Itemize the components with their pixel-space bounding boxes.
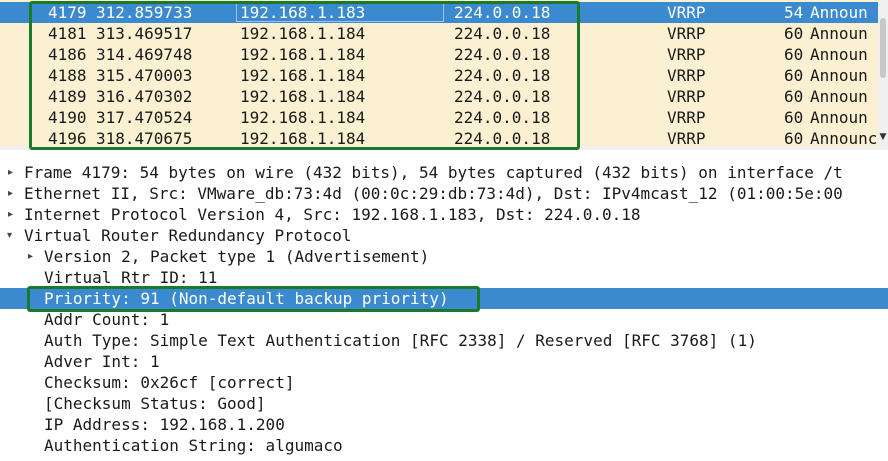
tree-item-vrrp[interactable]: ▾ Virtual Router Redundancy Protocol (0, 225, 888, 246)
expand-arrow-icon[interactable]: ▸ (8, 204, 13, 225)
packet-time: 314.469748 (96, 45, 193, 64)
tree-item-addr-count[interactable]: Addr Count: 1 (0, 309, 888, 330)
packet-info: Announ (810, 66, 868, 85)
packet-info: Announ (810, 45, 868, 64)
tree-item-label: Auth Type: Simple Text Authentication [R… (44, 331, 757, 350)
tree-item-frame[interactable]: ▸ Frame 4179: 54 bytes on wire (432 bits… (0, 162, 888, 183)
packet-number: 4179 (48, 3, 87, 22)
packet-length: 60 (784, 45, 804, 64)
packet-row[interactable]: 4179 312.859733 192.168.1.183 224.0.0.18… (0, 2, 878, 23)
packet-protocol: VRRP (667, 66, 706, 85)
packet-source: 192.168.1.184 (240, 24, 366, 43)
packet-protocol: VRRP (667, 108, 706, 127)
packet-protocol: VRRP (667, 24, 706, 43)
packet-destination: 224.0.0.18 (454, 108, 551, 127)
packet-number: 4181 (48, 24, 87, 43)
tree-item-label: Authentication String: algumaco (44, 436, 343, 455)
scroll-down-arrow-icon[interactable]: ▼ (878, 132, 888, 142)
tree-item-label: Virtual Rtr ID: 11 (44, 268, 218, 287)
expand-arrow-icon[interactable]: ▸ (8, 162, 13, 183)
packet-number: 4189 (48, 87, 87, 106)
horizontal-scrollbar[interactable] (0, 146, 878, 150)
packet-time: 312.859733 (96, 3, 193, 22)
collapse-arrow-icon[interactable]: ▾ (7, 225, 12, 246)
packet-length: 54 (784, 3, 804, 22)
packet-protocol: VRRP (667, 45, 706, 64)
tree-item-label: Ethernet II, Src: VMware_db:73:4d (00:0c… (24, 184, 843, 203)
tree-item-ip[interactable]: ▸ Internet Protocol Version 4, Src: 192.… (0, 204, 888, 225)
tree-item-vrid[interactable]: Virtual Rtr ID: 11 (0, 267, 888, 288)
packet-info: Announ (810, 87, 868, 106)
packet-destination: 224.0.0.18 (454, 45, 551, 64)
tree-item-label: IP Address: 192.168.1.200 (44, 415, 285, 434)
packet-length: 60 (784, 66, 804, 85)
tree-item-priority[interactable]: Priority: 91 (Non-default backup priorit… (0, 288, 888, 309)
packet-details-tree[interactable]: ▸ Frame 4179: 54 bytes on wire (432 bits… (0, 162, 888, 461)
tree-item-ethernet[interactable]: ▸ Ethernet II, Src: VMware_db:73:4d (00:… (0, 183, 888, 204)
packet-time: 315.470003 (96, 66, 193, 85)
tree-item-auth-string[interactable]: Authentication String: algumaco (0, 435, 888, 456)
tree-item-auth-type[interactable]: Auth Type: Simple Text Authentication [R… (0, 330, 888, 351)
packet-row[interactable]: 4181 313.469517 192.168.1.184 224.0.0.18… (0, 23, 878, 44)
packet-destination: 224.0.0.18 (454, 24, 551, 43)
packet-source: 192.168.1.184 (240, 45, 366, 64)
packet-source: 192.168.1.183 (240, 3, 366, 22)
tree-item-label: Internet Protocol Version 4, Src: 192.16… (24, 205, 641, 224)
vertical-scrollbar[interactable]: ▼ (878, 0, 888, 150)
tree-item-label: Adver Int: 1 (44, 352, 160, 371)
packet-info: Announ (810, 108, 868, 127)
tree-item-label: Virtual Router Redundancy Protocol (24, 226, 352, 245)
tree-item-label: Frame 4179: 54 bytes on wire (432 bits),… (24, 163, 843, 182)
packet-source: 192.168.1.184 (240, 66, 366, 85)
packet-time: 316.470302 (96, 87, 193, 106)
packet-length: 60 (784, 87, 804, 106)
packet-time: 313.469517 (96, 24, 193, 43)
tree-item-label: Addr Count: 1 (44, 310, 170, 329)
packet-info: Announ (810, 3, 868, 22)
packet-destination: 224.0.0.18 (454, 3, 551, 22)
packet-row[interactable]: 4190 317.470524 192.168.1.184 224.0.0.18… (0, 107, 878, 128)
tree-item-label: Version 2, Packet type 1 (Advertisement) (44, 247, 430, 266)
tree-item-version[interactable]: ▸ Version 2, Packet type 1 (Advertisemen… (0, 246, 888, 267)
packet-row[interactable]: 4189 316.470302 192.168.1.184 224.0.0.18… (0, 86, 878, 107)
packet-number: 4186 (48, 45, 87, 64)
packet-row[interactable]: 4186 314.469748 192.168.1.184 224.0.0.18… (0, 44, 878, 65)
packet-time: 317.470524 (96, 108, 193, 127)
tree-item-ip-address[interactable]: IP Address: 192.168.1.200 (0, 414, 888, 435)
tree-item-label: Priority: 91 (Non-default backup priorit… (44, 289, 449, 308)
packet-row[interactable]: 4188 315.470003 192.168.1.184 224.0.0.18… (0, 65, 878, 86)
packet-source: 192.168.1.184 (240, 108, 366, 127)
packet-number: 4188 (48, 66, 87, 85)
expand-arrow-icon[interactable]: ▸ (28, 246, 33, 267)
tree-item-checksum-status[interactable]: [Checksum Status: Good] (0, 393, 888, 414)
expand-arrow-icon[interactable]: ▸ (8, 183, 13, 204)
packet-length: 60 (784, 24, 804, 43)
packet-list[interactable]: 4179 312.859733 192.168.1.183 224.0.0.18… (0, 0, 888, 150)
packet-protocol: VRRP (667, 87, 706, 106)
tree-item-adver-int[interactable]: Adver Int: 1 (0, 351, 888, 372)
vertical-scrollbar-thumb[interactable] (880, 18, 886, 78)
packet-destination: 224.0.0.18 (454, 87, 551, 106)
tree-item-label: Checksum: 0x26cf [correct] (44, 373, 295, 392)
packet-length: 60 (784, 108, 804, 127)
packet-number: 4190 (48, 108, 87, 127)
packet-destination: 224.0.0.18 (454, 66, 551, 85)
packet-info: Announ (810, 24, 868, 43)
packet-protocol: VRRP (667, 3, 706, 22)
tree-item-label: [Checksum Status: Good] (44, 394, 266, 413)
horizontal-scrollbar-thumb[interactable] (488, 148, 578, 150)
packet-source: 192.168.1.184 (240, 87, 366, 106)
tree-item-checksum[interactable]: Checksum: 0x26cf [correct] (0, 372, 888, 393)
